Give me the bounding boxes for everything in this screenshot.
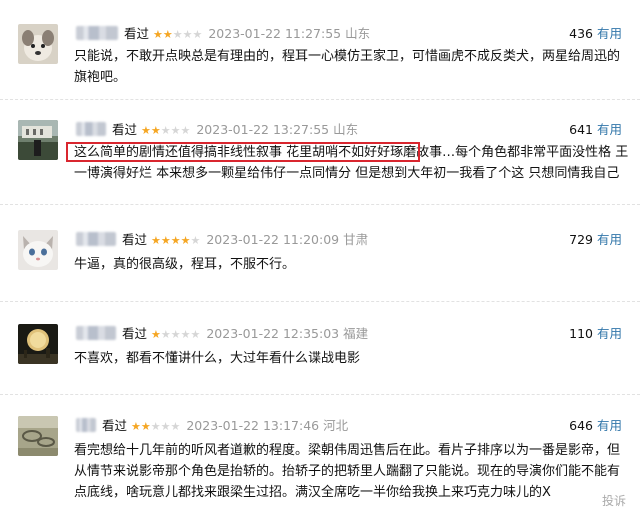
username-blurred[interactable] <box>76 232 116 246</box>
useful-link[interactable]: 有用 <box>597 326 622 341</box>
review-location: 甘肃 <box>343 232 369 247</box>
review-location: 福建 <box>343 326 369 341</box>
avatar[interactable] <box>18 416 58 456</box>
divider <box>0 394 640 395</box>
seen-label: 看过 <box>102 418 128 433</box>
avatar[interactable] <box>18 24 58 64</box>
username-blurred[interactable] <box>76 122 106 136</box>
review-meta: 看过 ★★★★★ 2023-01-22 12:35:03 福建 <box>76 324 368 344</box>
review-time: 2023-01-22 11:27:55 <box>208 26 342 41</box>
vote-count: 646 <box>569 418 593 433</box>
username-blurred[interactable] <box>76 326 116 340</box>
review-time: 2023-01-22 13:27:55 <box>196 122 330 137</box>
review-location: 山东 <box>333 122 359 137</box>
useful-link[interactable]: 有用 <box>597 418 622 433</box>
review-location: 山东 <box>345 26 371 41</box>
seen-label: 看过 <box>112 122 138 137</box>
vote-count: 641 <box>569 122 593 137</box>
avatar[interactable] <box>18 230 58 270</box>
divider <box>0 99 640 100</box>
useful-link[interactable]: 有用 <box>597 26 622 41</box>
vote-area: 436 有用 <box>569 24 622 44</box>
vote-count: 436 <box>569 26 593 41</box>
vote-count: 729 <box>569 232 593 247</box>
useful-link[interactable]: 有用 <box>597 122 622 137</box>
review-time: 2023-01-22 12:35:03 <box>206 326 340 341</box>
divider <box>0 301 640 302</box>
review-text: 只能说，不敢开点映总是有理由的，程耳一心模仿王家卫，可惜画虎不成反类犬，两星给周… <box>74 49 621 85</box>
vote-area: 110 有用 <box>569 324 622 344</box>
vote-area: 641 有用 <box>569 120 622 140</box>
star-rating: ★★★★★ <box>151 328 201 341</box>
username-blurred[interactable] <box>76 418 96 432</box>
review-meta: 看过 ★★★★★ 2023-01-22 13:17:46 河北 <box>76 416 348 436</box>
vote-count: 110 <box>569 326 593 341</box>
review-meta: 看过 ★★★★★ 2023-01-22 11:20:09 甘肃 <box>76 230 368 250</box>
star-rating: ★★★★★ <box>153 28 203 41</box>
star-rating: ★★★★★ <box>151 234 201 247</box>
review-text: 不喜欢，都看不懂讲什么，大过年看什么谍战电影 <box>74 351 361 366</box>
review-meta: 看过 ★★★★★ 2023-01-22 13:27:55 山东 <box>76 120 358 140</box>
highlight-box <box>66 142 420 162</box>
username-blurred[interactable] <box>76 26 118 40</box>
seen-label: 看过 <box>122 232 148 247</box>
review-location: 河北 <box>323 418 349 433</box>
report-link[interactable]: 投诉 <box>602 492 626 509</box>
review-time: 2023-01-22 11:20:09 <box>206 232 340 247</box>
useful-link[interactable]: 有用 <box>597 232 622 247</box>
avatar[interactable] <box>18 120 58 160</box>
star-rating: ★★★★★ <box>131 420 181 433</box>
vote-area: 646 有用 <box>569 416 622 436</box>
seen-label: 看过 <box>122 326 148 341</box>
avatar[interactable] <box>18 324 58 364</box>
review-text: 牛逼，真的很高级，程耳，不服不行。 <box>74 257 296 272</box>
vote-area: 729 有用 <box>569 230 622 250</box>
review-text: 看完想给十几年前的听风者道歉的程度。梁朝伟周迅售后在此。看片子排序以为一番是影帝… <box>74 443 621 500</box>
review-meta: 看过 ★★★★★ 2023-01-22 11:27:55 山东 <box>76 24 370 44</box>
divider <box>0 204 640 205</box>
star-rating: ★★★★★ <box>141 124 191 137</box>
seen-label: 看过 <box>124 26 150 41</box>
review-time: 2023-01-22 13:17:46 <box>186 418 320 433</box>
